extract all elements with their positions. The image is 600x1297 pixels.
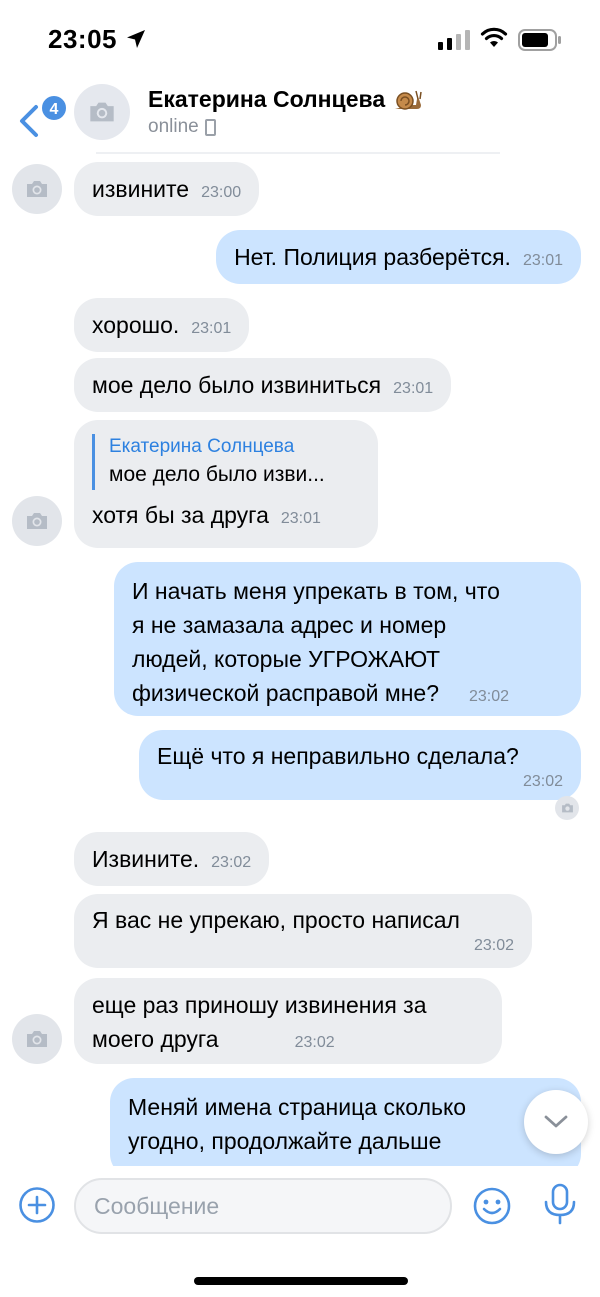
status-bar: 23:05 [0,0,600,80]
sender-avatar[interactable] [12,1014,62,1064]
chat-header: 4 Екатерина Солнцева online [0,80,600,152]
contact-avatar[interactable] [74,84,130,140]
message-bubble-outgoing[interactable]: И начать меня упрекать в том, что я не з… [114,562,581,716]
contact-name: Екатерина Солнцева [148,86,386,112]
message-text: мое дело было извиниться [92,372,382,398]
message-text: Нет. Полиция разберётся. [234,244,511,270]
message-time: 23:01 [522,252,563,269]
delivery-status-icon [555,796,579,820]
message-time: 23:01 [393,380,434,397]
message-bubble-incoming[interactable]: хорошо. 23:01 [74,298,250,352]
message-bubble-outgoing[interactable]: Ещё что я неправильно сделала? 23:02 [139,730,581,800]
sender-avatar[interactable] [12,164,62,214]
message-text: Я вас не упрекаю, просто написал [92,907,460,933]
emoji-icon[interactable] [472,1186,512,1226]
message-list[interactable]: извините 23:00 Нет. Полиция разберётся. 23… [0,150,600,1166]
location-arrow-icon [127,30,145,48]
snail-icon [395,90,422,110]
camera-icon [90,102,114,122]
message-line: еще раз приношу извинения за [92,992,427,1018]
wifi-icon [480,27,508,47]
message-text: Ещё что я неправильно сделала? [157,743,519,769]
message-time: 23:01 [191,320,232,337]
home-indicator[interactable] [194,1277,408,1285]
message-time: 23:01 [280,510,321,527]
message-line: физической расправой мне? [132,680,439,706]
battery-icon [518,29,561,51]
quote-author: Екатерина Солнцева [109,436,295,457]
message-time: 23:02 [469,688,510,705]
message-text: извините [92,176,190,202]
message-time: 23:02 [522,773,563,790]
message-text: хорошо. [92,312,180,338]
message-bubble-outgoing[interactable]: Нет. Полиция разберётся. 23:01 [216,230,581,284]
message-time: 23:02 [473,937,514,954]
phone-icon [204,118,216,136]
message-line: И начать меня упрекать в том, что [132,578,500,604]
message-time: 23:02 [294,1034,335,1051]
message-line: людей, которые УГРОЖАЮТ [132,646,441,672]
quote-text: мое дело было изви... [109,463,325,486]
message-time: 23:02 [211,854,252,871]
message-bubble-reply[interactable]: Екатерина Солнцева мое дело было изви...… [74,420,378,548]
back-button[interactable]: 4 [14,90,68,144]
signal-icon [438,30,470,50]
chevron-down-icon [544,1115,568,1128]
plus-icon[interactable] [18,1186,56,1224]
camera-icon [27,1031,47,1047]
message-text: Извините. [92,846,200,872]
contact-name-row[interactable]: Екатерина Солнцева [148,86,423,113]
microphone-icon[interactable] [540,1182,580,1226]
camera-icon [27,513,47,529]
message-bubble-outgoing[interactable]: Меняй имена страница сколько угодно, про… [110,1078,581,1166]
message-line: моего друга [92,1026,219,1052]
message-bubble-incoming[interactable]: мое дело было извиниться 23:01 [74,358,452,412]
message-bubble-incoming[interactable]: Я вас не упрекаю, просто написал 23:02 [74,894,532,968]
message-bubble-incoming[interactable]: еще раз приношу извинения за моего друга… [74,978,502,1064]
message-line: Меняй имена страница сколько [128,1094,467,1120]
message-bubble-incoming[interactable]: извините 23:00 [74,162,260,216]
message-line: угодно, продолжайте дальше [128,1128,442,1154]
online-status: online [148,116,199,137]
message-line: я не замазала адрес и номер [132,612,447,638]
message-input[interactable] [74,1178,452,1234]
message-time: 23:00 [201,184,242,201]
unread-badge: 4 [40,94,68,122]
contact-status: online [148,116,216,138]
message-text: хотя бы за друга [92,502,269,528]
camera-icon [27,181,47,197]
scroll-down-button[interactable] [524,1090,588,1154]
message-composer [0,1166,600,1246]
quoted-message[interactable]: Екатерина Солнцева мое дело было изви... [92,434,360,490]
sender-avatar[interactable] [12,496,62,546]
status-time: 23:05 [48,24,117,54]
message-bubble-incoming[interactable]: Извините. 23:02 [74,832,270,886]
back-chevron-icon [20,105,38,137]
